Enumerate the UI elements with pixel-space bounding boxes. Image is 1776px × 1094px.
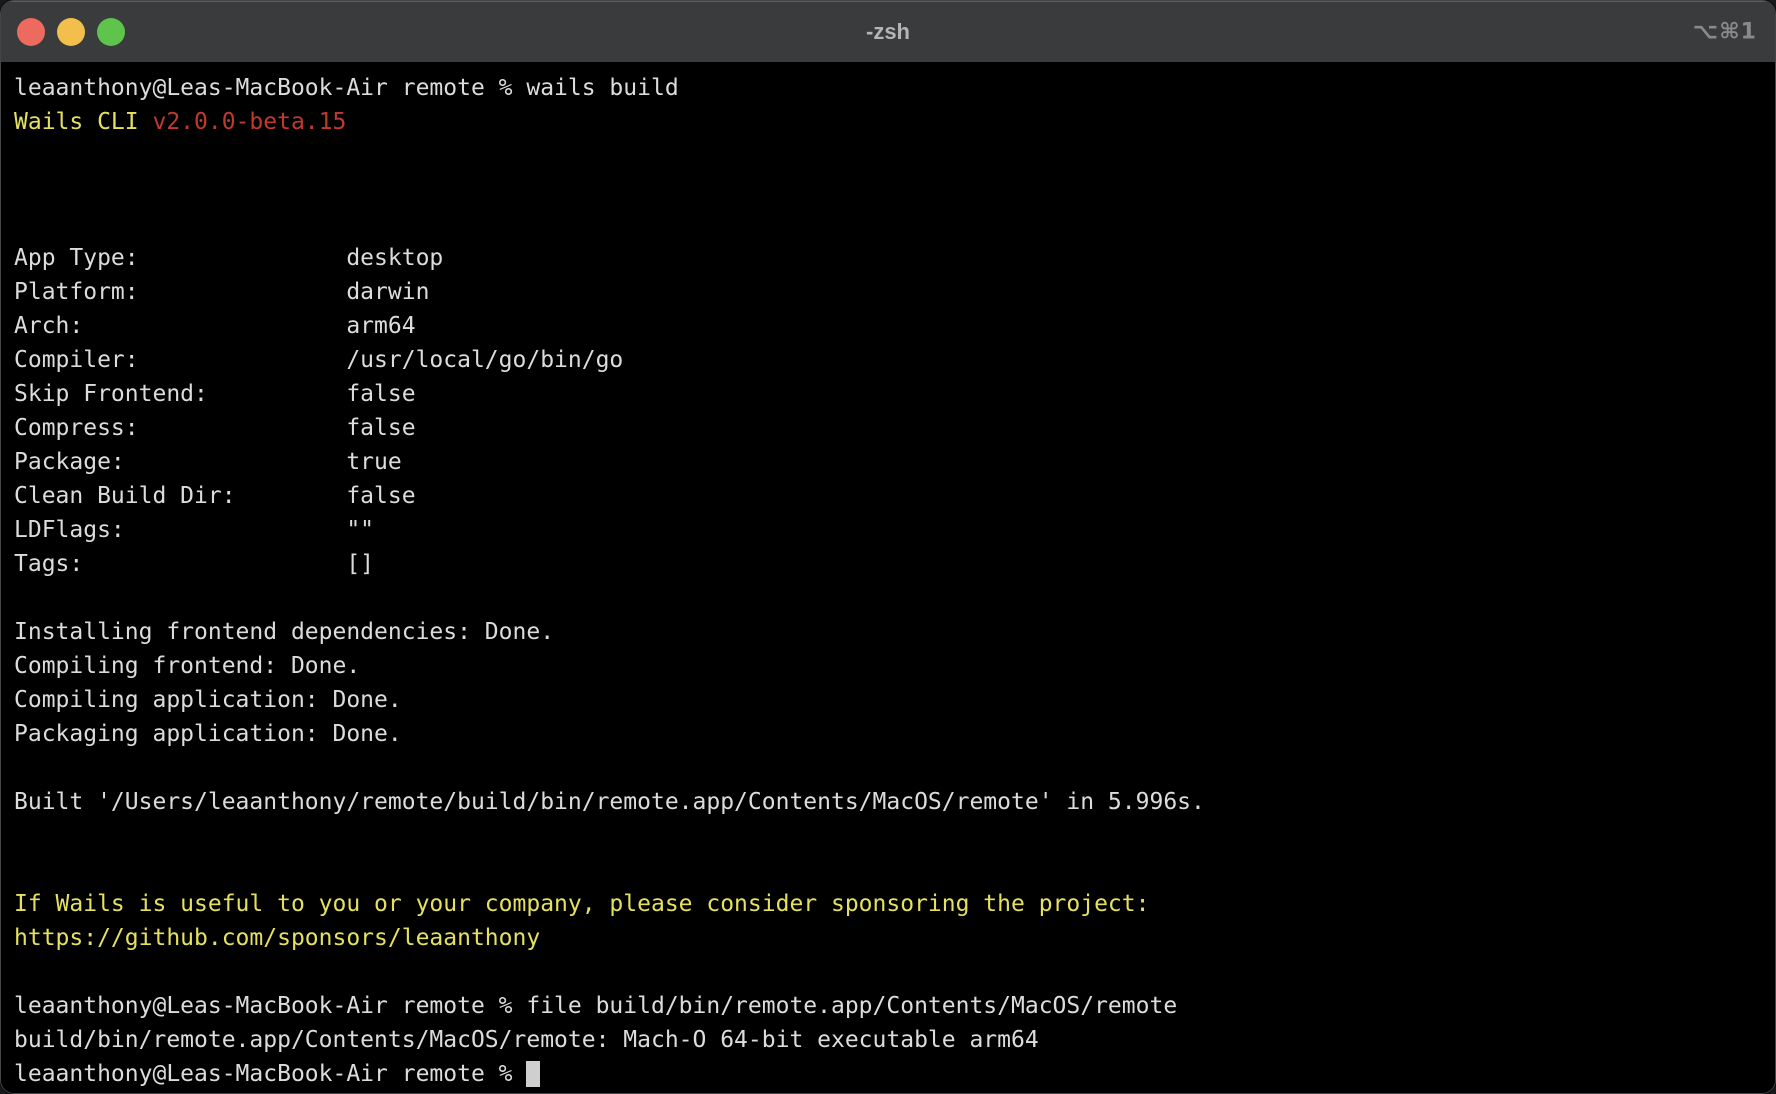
terminal-text: App Type: desktop [14,245,443,271]
terminal-line: Built '/Users/leaanthony/remote/build/bi… [14,785,1775,819]
terminal-text: Arch: arm64 [14,313,416,339]
terminal-line: Compress: false [14,411,1775,445]
terminal-text: Compiling frontend: Done. [14,653,360,679]
terminal-line [14,955,1775,989]
terminal-line: Platform: darwin [14,275,1775,309]
window-title: -zsh [1,19,1775,45]
zoom-button[interactable] [97,18,125,46]
terminal-line [14,853,1775,887]
terminal-line [14,207,1775,241]
terminal-text: Built '/Users/leaanthony/remote/build/bi… [14,789,1205,815]
titlebar[interactable]: -zsh ⌥⌘1 [1,1,1775,63]
terminal-text: leaanthony@Leas-MacBook-Air remote % fil… [14,993,1177,1019]
terminal-text: v2.0.0-beta.15 [152,109,346,135]
terminal-text: Packaging application: Done. [14,721,402,747]
terminal-text: Tags: [] [14,551,374,577]
terminal-line [14,139,1775,173]
close-button[interactable] [17,18,45,46]
terminal-line: build/bin/remote.app/Contents/MacOS/remo… [14,1023,1775,1057]
terminal-line: Installing frontend dependencies: Done. [14,615,1775,649]
cursor-block [526,1061,540,1087]
minimize-button[interactable] [57,18,85,46]
terminal-line [14,173,1775,207]
terminal-window: -zsh ⌥⌘1 leaanthony@Leas-MacBook-Air rem… [0,0,1776,1094]
terminal-text: Compiler: /usr/local/go/bin/go [14,347,623,373]
terminal-line [14,581,1775,615]
terminal-line [14,751,1775,785]
terminal-line: Arch: arm64 [14,309,1775,343]
terminal-line: https://github.com/sponsors/leaanthony [14,921,1775,955]
terminal-line: Package: true [14,445,1775,479]
terminal-text: Compiling application: Done. [14,687,402,713]
terminal-line: Compiling application: Done. [14,683,1775,717]
terminal-text: https://github.com/sponsors/leaanthony [14,925,540,951]
terminal-text: leaanthony@Leas-MacBook-Air remote % [14,1061,526,1087]
terminal-line: LDFlags: "" [14,513,1775,547]
terminal-text: Wails CLI [14,109,152,135]
keyboard-shortcut-hint: ⌥⌘1 [1693,19,1757,44]
terminal-line: Packaging application: Done. [14,717,1775,751]
terminal-screen[interactable]: leaanthony@Leas-MacBook-Air remote % wai… [1,63,1775,1093]
terminal-line: leaanthony@Leas-MacBook-Air remote % fil… [14,989,1775,1023]
terminal-line [14,819,1775,853]
terminal-text: Package: true [14,449,402,475]
terminal-line: Compiler: /usr/local/go/bin/go [14,343,1775,377]
terminal-text: LDFlags: "" [14,517,374,543]
terminal-text: leaanthony@Leas-MacBook-Air remote % wai… [14,75,679,101]
terminal-text: Platform: darwin [14,279,429,305]
terminal-line: If Wails is useful to you or your compan… [14,887,1775,921]
terminal-text: Installing frontend dependencies: Done. [14,619,554,645]
terminal-text: build/bin/remote.app/Contents/MacOS/remo… [14,1027,1039,1053]
terminal-line: Wails CLI v2.0.0-beta.15 [14,105,1775,139]
terminal-line: Compiling frontend: Done. [14,649,1775,683]
terminal-line: leaanthony@Leas-MacBook-Air remote % wai… [14,71,1775,105]
terminal-text: Compress: false [14,415,416,441]
terminal-line: Tags: [] [14,547,1775,581]
terminal-text: Skip Frontend: false [14,381,416,407]
terminal-line: Clean Build Dir: false [14,479,1775,513]
terminal-line: App Type: desktop [14,241,1775,275]
terminal-line: leaanthony@Leas-MacBook-Air remote % [14,1057,1775,1091]
terminal-line: Skip Frontend: false [14,377,1775,411]
terminal-text: If Wails is useful to you or your compan… [14,891,1149,917]
traffic-lights [17,1,125,62]
terminal-text: Clean Build Dir: false [14,483,416,509]
